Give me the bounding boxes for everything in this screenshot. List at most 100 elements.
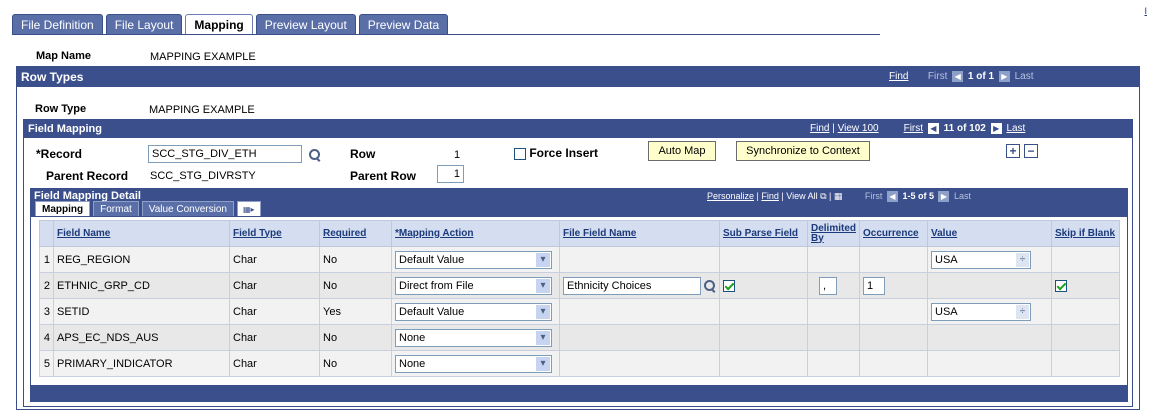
skip-blank-cell <box>1051 246 1120 273</box>
required-cell: Yes <box>319 298 392 325</box>
file-field-input[interactable]: Ethnicity Choices <box>563 276 701 295</box>
col-occurrence[interactable]: Occurrence <box>859 220 928 247</box>
col-mapping-action[interactable]: *Mapping Action <box>391 220 560 247</box>
mapping-action-select[interactable]: None <box>395 328 552 347</box>
delimited-cell <box>807 324 860 351</box>
value-input[interactable]: USA <box>931 302 1031 321</box>
required-cell: No <box>319 246 392 273</box>
row-types-header: Row Types Find First ◀ 1 of 1 ▶ Last <box>17 67 1139 87</box>
parent-row-label: Parent Row <box>350 169 417 183</box>
table-row: 5 PRIMARY_INDICATOR Char No None <box>39 350 1120 377</box>
force-insert[interactable]: Force Insert <box>514 146 598 160</box>
row-types-range: 1 of 1 <box>967 71 995 82</box>
sub-parse-cell <box>719 350 808 377</box>
row-number: 1 <box>39 246 54 273</box>
col-delimited-by[interactable]: Delimited By <box>807 220 860 247</box>
map-name-value: MAPPING EXAMPLE <box>150 51 256 63</box>
field-mapping-first-link[interactable]: First <box>904 123 923 134</box>
value-cell <box>927 272 1052 299</box>
col-skip-if-blank[interactable]: Skip if Blank <box>1051 220 1120 247</box>
file-field-cell: Ethnicity Choices <box>559 272 720 299</box>
map-name-label: Map Name <box>36 50 92 62</box>
detail-tabs: Mapping Format Value Conversion ▦▸ <box>35 201 264 217</box>
personalize-link[interactable]: Personalize <box>707 191 754 201</box>
force-insert-checkbox[interactable] <box>514 147 526 160</box>
tab-preview-layout[interactable]: Preview Layout <box>255 14 356 34</box>
lookup-icon[interactable] <box>309 149 321 161</box>
row-value: 1 <box>454 149 461 161</box>
sub-parse-cell <box>719 272 808 299</box>
mapping-action-cell: None <box>391 350 560 377</box>
occurrence-cell <box>859 298 928 325</box>
mapping-action-select[interactable]: Default Value <box>395 302 552 321</box>
row-types-nav: Find First ◀ 1 of 1 ▶ Last <box>889 67 1034 87</box>
prev-arrow-icon: ◀ <box>886 191 898 203</box>
field-mapping-range: 11 of 102 <box>943 123 986 134</box>
col-field-type[interactable]: Field Type <box>229 220 320 247</box>
download-icon[interactable]: ▦ <box>834 191 843 201</box>
field-mapping-find-link[interactable]: Find <box>810 123 829 134</box>
table-header-row: Field Name Field Type Required *Mapping … <box>39 220 1120 247</box>
lookup-icon[interactable] <box>704 279 716 292</box>
tab-mapping-detail[interactable]: Mapping <box>35 201 91 216</box>
col-file-field-name[interactable]: File Field Name <box>559 220 720 247</box>
page-tabs: File Definition File Layout Mapping Prev… <box>12 14 451 35</box>
occurrence-cell <box>859 324 928 351</box>
col-required[interactable]: Required <box>319 220 392 247</box>
skip-blank-checkbox[interactable] <box>1055 279 1067 292</box>
record-input[interactable] <box>148 145 302 163</box>
mapping-action-select[interactable]: Direct from File <box>395 276 552 295</box>
show-all-columns-icon[interactable]: ▦▸ <box>236 201 261 216</box>
row-types-find-link[interactable]: Find <box>889 71 908 82</box>
tab-mapping[interactable]: Mapping <box>185 14 253 34</box>
prev-arrow-icon[interactable]: ◀ <box>927 122 939 134</box>
next-arrow-icon[interactable]: ▶ <box>990 122 1002 134</box>
delimited-input[interactable]: , <box>819 276 837 295</box>
occurrence-cell <box>859 350 928 377</box>
field-name-cell: APS_EC_NDS_AUS <box>53 324 230 351</box>
occurrence-cell: 1 <box>859 272 928 299</box>
tab-format[interactable]: Format <box>93 201 139 216</box>
table-row: 3 SETID Char Yes Default Value USA <box>39 298 1120 325</box>
mapping-action-select[interactable]: Default Value <box>395 250 552 269</box>
field-name-cell: PRIMARY_INDICATOR <box>53 350 230 377</box>
field-mapping-last-link[interactable]: Last <box>1006 123 1025 134</box>
detail-find-link[interactable]: Find <box>761 191 779 201</box>
corner-link[interactable]: I <box>1144 6 1147 16</box>
tab-value-conversion[interactable]: Value Conversion <box>141 201 234 216</box>
col-value[interactable]: Value <box>927 220 1052 247</box>
view-100-link[interactable]: View 100 <box>838 123 879 134</box>
value-input[interactable]: USA <box>931 250 1031 269</box>
occurrence-input[interactable]: 1 <box>863 276 885 295</box>
mapping-action-cell: Default Value <box>391 246 560 273</box>
synchronize-to-context-button[interactable]: Synchronize to Context <box>736 141 870 161</box>
delete-row-icon[interactable]: − <box>1024 144 1038 158</box>
field-mapping-header: Field Mapping Find | View 100 First ◀ 11… <box>24 120 1132 138</box>
tab-preview-data[interactable]: Preview Data <box>358 14 449 34</box>
delimited-cell: , <box>807 272 860 299</box>
occurrence-cell <box>859 246 928 273</box>
tab-file-definition[interactable]: File Definition <box>12 14 103 34</box>
file-field-cell <box>559 324 720 351</box>
mapping-action-cell: Default Value <box>391 298 560 325</box>
auto-map-button[interactable]: Auto Map <box>648 141 716 161</box>
mapping-action-cell: Direct from File <box>391 272 560 299</box>
row-number: 3 <box>39 298 54 325</box>
row-types-scroll-area: Row Types Find First ◀ 1 of 1 ▶ Last Row… <box>16 66 1140 410</box>
add-row-icon[interactable]: + <box>1006 144 1020 158</box>
col-sub-parse-field[interactable]: Sub Parse Field <box>719 220 808 247</box>
delimited-cell <box>807 350 860 377</box>
skip-blank-cell <box>1051 298 1120 325</box>
view-all-link[interactable]: View All <box>786 191 817 201</box>
row-type-label: Row Type <box>35 103 87 115</box>
tab-file-layout[interactable]: File Layout <box>105 14 183 34</box>
row-number: 2 <box>39 272 54 299</box>
new-window-icon[interactable]: ⧉ <box>820 191 826 201</box>
sub-parse-checkbox[interactable] <box>723 279 735 292</box>
mapping-action-cell: None <box>391 324 560 351</box>
parent-row-input[interactable] <box>437 165 464 183</box>
mapping-action-select[interactable]: None <box>395 354 552 373</box>
record-label: *Record <box>36 147 83 161</box>
row-label: Row <box>350 147 376 161</box>
col-field-name[interactable]: Field Name <box>53 220 230 247</box>
